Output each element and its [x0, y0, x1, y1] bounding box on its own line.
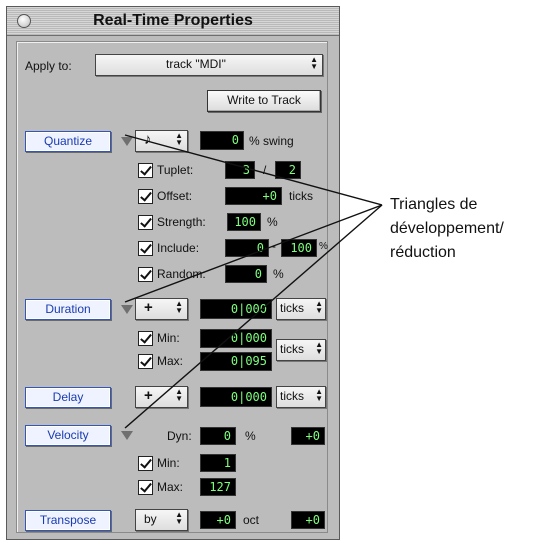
callout-line-velocity: [124, 204, 383, 429]
callout-line-duration: [124, 204, 383, 303]
callout-text: Triangles de développement/ réduction: [390, 193, 534, 265]
callout-line-2: développement/: [390, 220, 504, 237]
callout-line-quantize: [124, 134, 383, 206]
callout-lines: [124, 134, 383, 429]
callout-line-1: Triangles de: [390, 196, 478, 213]
callout-line-3: réduction: [390, 244, 456, 261]
